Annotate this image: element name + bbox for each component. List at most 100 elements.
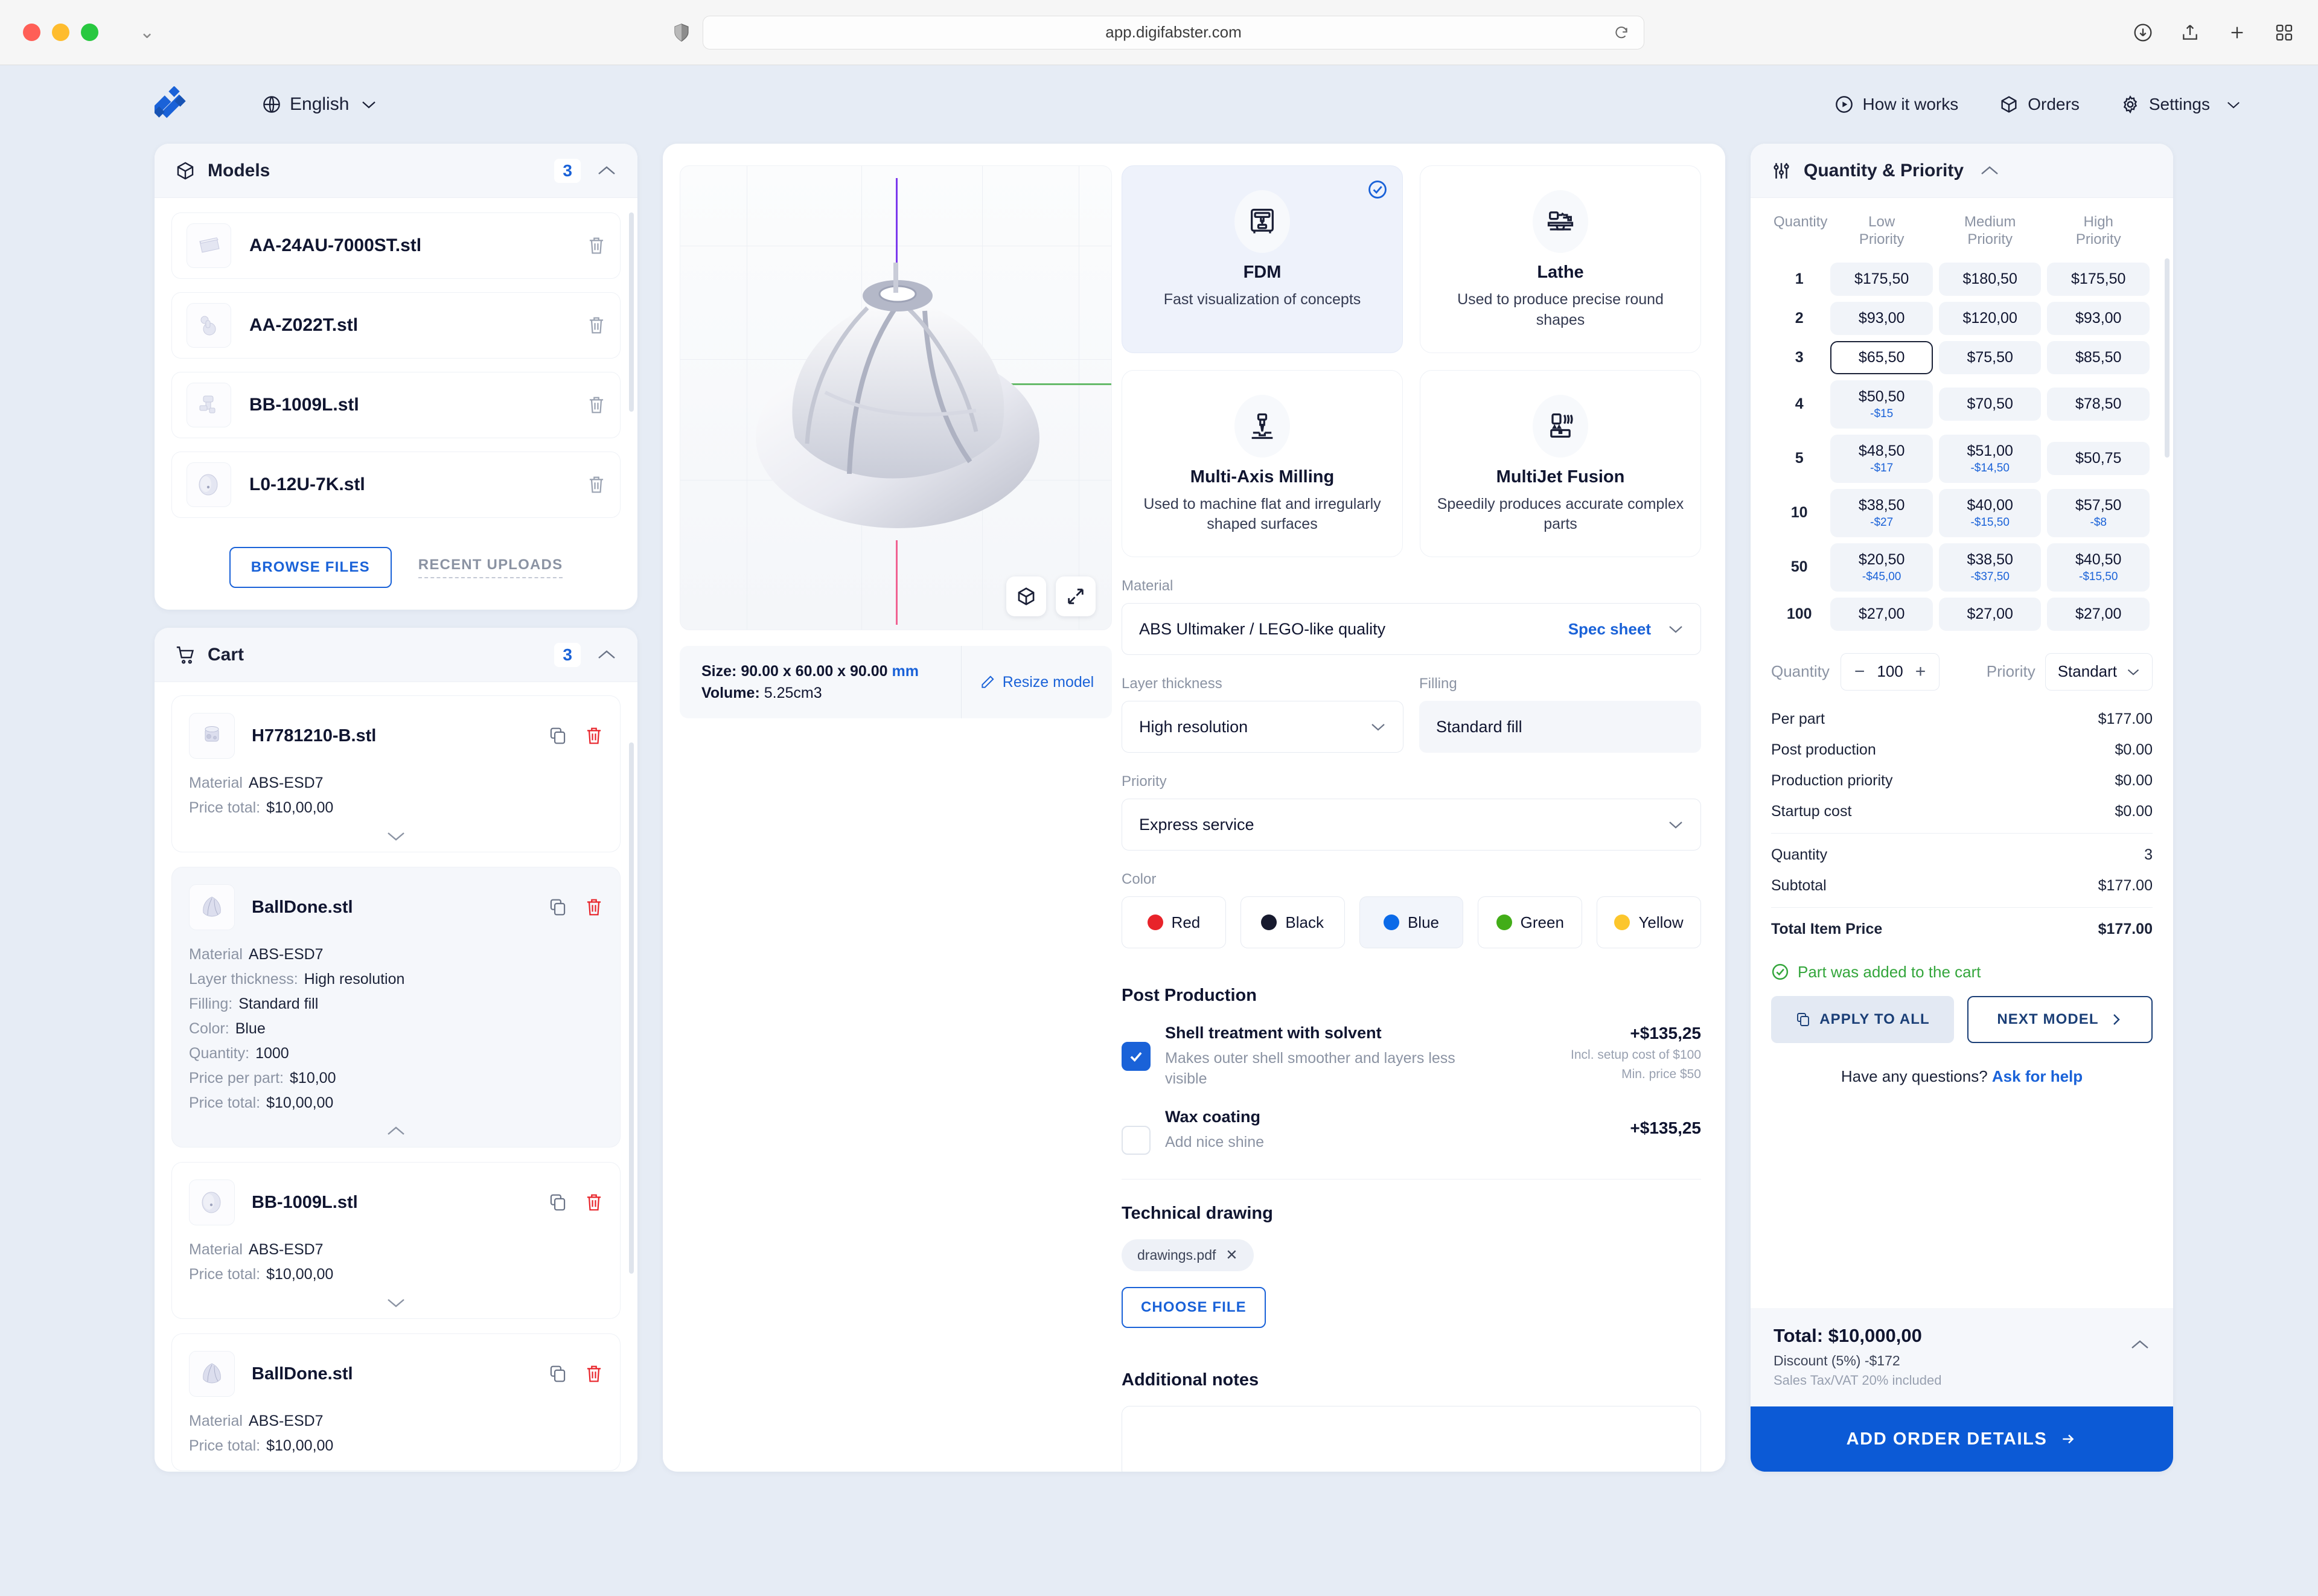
- price-cell-medium[interactable]: $38,50 -$37,50: [1938, 543, 2042, 592]
- new-tab-icon[interactable]: [2227, 23, 2247, 42]
- duplicate-icon[interactable]: [549, 726, 567, 745]
- shell-treatment-checkbox[interactable]: [1122, 1042, 1151, 1071]
- fullscreen-button[interactable]: [1056, 576, 1096, 616]
- remove-file-icon[interactable]: ✕: [1225, 1246, 1237, 1264]
- recent-uploads-link[interactable]: RECENT UPLOADS: [418, 557, 563, 578]
- post-production-option[interactable]: Wax coating Add nice shine +$135,25: [1122, 1108, 1701, 1155]
- color-option-blue[interactable]: Blue: [1359, 896, 1464, 948]
- tab-overview-icon[interactable]: [2275, 23, 2294, 42]
- price-cell-medium[interactable]: $75,50: [1938, 340, 2042, 374]
- choose-file-button[interactable]: CHOOSE FILE: [1122, 1286, 1266, 1328]
- nav-how-it-works[interactable]: How it works: [1834, 95, 1958, 114]
- models-panel-header[interactable]: Models 3: [155, 144, 637, 198]
- delete-model-icon[interactable]: [587, 236, 605, 255]
- price-cell-low[interactable]: $65,50: [1830, 340, 1933, 374]
- duplicate-icon[interactable]: [549, 1364, 567, 1384]
- expand-cart-item-button[interactable]: [189, 824, 603, 843]
- price-cell-medium[interactable]: $40,00 -$15,50: [1938, 488, 2042, 537]
- layer-thickness-select[interactable]: High resolution: [1122, 701, 1403, 753]
- shield-icon[interactable]: [674, 23, 689, 42]
- price-cell-low[interactable]: $38,50 -$27: [1830, 488, 1933, 537]
- price-cell-high[interactable]: $27,00: [2047, 597, 2150, 631]
- cart-panel-header[interactable]: Cart 3: [155, 628, 637, 682]
- chevron-up-icon[interactable]: [2130, 1338, 2150, 1352]
- priority-dropdown[interactable]: Standart: [2045, 653, 2153, 691]
- price-cell-high[interactable]: $78,50: [2047, 388, 2150, 421]
- browse-files-button[interactable]: BROWSE FILES: [229, 547, 392, 588]
- material-select[interactable]: ABS Ultimaker / LEGO-like quality Spec s…: [1122, 603, 1701, 655]
- price-cell-low[interactable]: $48,50 -$17: [1830, 434, 1933, 483]
- price-cell-low[interactable]: $175,50: [1830, 262, 1933, 296]
- post-production-option[interactable]: Shell treatment with solvent Makes outer…: [1122, 1024, 1701, 1090]
- chevron-up-icon[interactable]: [1979, 164, 2000, 177]
- price-cell-high[interactable]: $40,50 -$15,50: [2047, 543, 2150, 592]
- price-cell-low[interactable]: $27,00: [1830, 597, 1933, 631]
- cart-item[interactable]: H7781210-B.stl Material ABS-ESD7 Price to…: [171, 695, 621, 852]
- price-cell-low[interactable]: $50,50 -$15: [1830, 380, 1933, 429]
- ask-for-help-link[interactable]: Ask for help: [1992, 1067, 2083, 1085]
- add-order-details-button[interactable]: ADD ORDER DETAILS: [1751, 1406, 2173, 1472]
- quantity-stepper[interactable]: − 100 +: [1840, 653, 1940, 691]
- delete-cart-item-icon[interactable]: [585, 1364, 603, 1384]
- pricing-table-scrollbar[interactable]: [2165, 258, 2170, 458]
- price-cell-high[interactable]: $175,50: [2047, 262, 2150, 296]
- price-cell-high[interactable]: $57,50 -$8: [2047, 488, 2150, 537]
- cart-item[interactable]: BallDone.stl Material ABS-ESD7 Price tota…: [171, 1333, 621, 1471]
- color-option-red[interactable]: Red: [1122, 896, 1226, 948]
- delete-model-icon[interactable]: [587, 475, 605, 494]
- technology-card-lathe[interactable]: Lathe Used to produce precise round shap…: [1420, 165, 1701, 353]
- price-cell-medium[interactable]: $51,00 -$14,50: [1938, 434, 2042, 483]
- price-cell-high[interactable]: $93,00: [2047, 301, 2150, 335]
- quantity-priority-header[interactable]: Quantity & Priority: [1751, 144, 2173, 198]
- technology-card-fdm[interactable]: FDM Fast visualization of concepts: [1122, 165, 1403, 353]
- chevron-up-icon[interactable]: [596, 648, 617, 662]
- cart-item[interactable]: BB-1009L.stl Material ABS-ESD7 Price tota…: [171, 1162, 621, 1319]
- decrement-button[interactable]: −: [1854, 662, 1865, 682]
- nav-settings[interactable]: Settings: [2121, 95, 2241, 114]
- delete-cart-item-icon[interactable]: [585, 726, 603, 745]
- maximize-window-button[interactable]: [81, 24, 98, 41]
- url-input[interactable]: app.digifabster.com: [703, 15, 1644, 49]
- nav-orders[interactable]: Orders: [1999, 95, 2080, 114]
- uploaded-file-chip[interactable]: drawings.pdf ✕: [1122, 1239, 1254, 1271]
- model-item[interactable]: AA-24AU-7000ST.stl: [171, 212, 621, 279]
- cube-view-button[interactable]: [1006, 576, 1046, 616]
- price-cell-medium[interactable]: $120,00: [1938, 301, 2042, 335]
- resize-model-button[interactable]: Resize model: [961, 646, 1112, 718]
- price-cell-medium[interactable]: $70,50: [1938, 388, 2042, 421]
- technology-card-multijet[interactable]: MultiJet Fusion Speedily produces accura…: [1420, 369, 1701, 557]
- chevron-up-icon[interactable]: [596, 164, 617, 177]
- tab-overview-chevron-icon[interactable]: ⌄: [139, 23, 155, 42]
- duplicate-icon[interactable]: [549, 1193, 567, 1212]
- increment-button[interactable]: +: [1915, 662, 1926, 682]
- reload-icon[interactable]: [1614, 25, 1629, 40]
- spec-sheet-link[interactable]: Spec sheet: [1568, 620, 1651, 639]
- window-controls[interactable]: [23, 24, 98, 41]
- model-item[interactable]: AA-Z022T.stl: [171, 292, 621, 359]
- price-cell-low[interactable]: $20,50 -$45,00: [1830, 543, 1933, 592]
- cart-scrollbar[interactable]: [629, 742, 634, 1274]
- share-icon[interactable]: [2180, 23, 2200, 42]
- price-cell-medium[interactable]: $27,00: [1938, 597, 2042, 631]
- cart-item[interactable]: BallDone.stl Material ABS-ESD7 Layer thic…: [171, 867, 621, 1148]
- model-item[interactable]: L0-12U-7K.stl: [171, 452, 621, 518]
- price-cell-high[interactable]: $85,50: [2047, 340, 2150, 374]
- delete-cart-item-icon[interactable]: [585, 1193, 603, 1212]
- additional-notes-input[interactable]: [1122, 1405, 1701, 1472]
- expand-cart-item-button[interactable]: [189, 1291, 603, 1310]
- priority-select[interactable]: Express service: [1122, 799, 1701, 851]
- delete-model-icon[interactable]: [587, 316, 605, 335]
- wax-coating-checkbox[interactable]: [1122, 1125, 1151, 1155]
- delete-model-icon[interactable]: [587, 395, 605, 415]
- price-cell-high[interactable]: $50,75: [2047, 442, 2150, 476]
- color-option-black[interactable]: Black: [1240, 896, 1345, 948]
- next-model-button[interactable]: NEXT MODEL: [1967, 995, 2153, 1043]
- model-item[interactable]: BB-1009L.stl: [171, 372, 621, 438]
- price-cell-medium[interactable]: $180,50: [1938, 262, 2042, 296]
- brand-logo-icon[interactable]: [155, 86, 192, 123]
- apply-to-all-button[interactable]: APPLY TO ALL: [1771, 995, 1954, 1043]
- language-selector[interactable]: English: [262, 94, 377, 115]
- technology-card-milling[interactable]: Multi-Axis Milling Used to machine flat …: [1122, 369, 1403, 557]
- color-option-green[interactable]: Green: [1478, 896, 1583, 948]
- download-icon[interactable]: [2133, 23, 2153, 42]
